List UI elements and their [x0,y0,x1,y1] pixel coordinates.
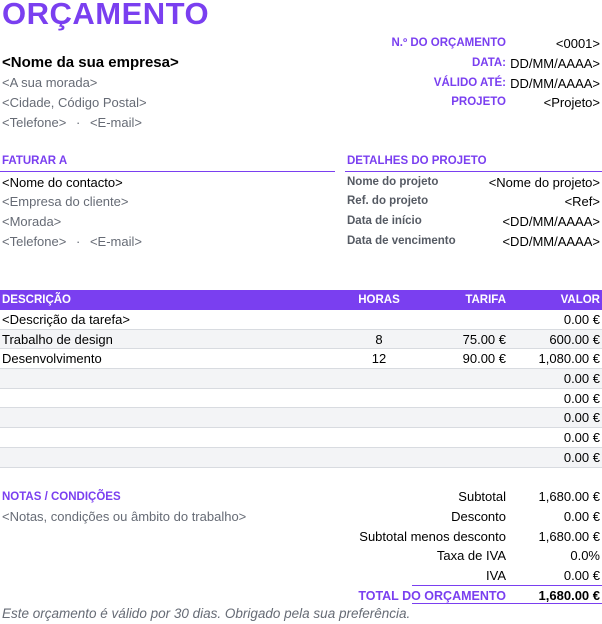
row-hours: 8 [375,331,383,347]
discount-label: Desconto [451,509,506,524]
table-row: 0.00 € [0,428,602,448]
quote-number-label: N.º DO ORÇAMENTO [391,37,506,49]
bill-to-header: FATURAR A [2,155,68,167]
row-amount: 1,080.00 € [538,351,600,367]
company-name: <Nome da sua empresa> [2,54,179,71]
project-ref-label: Ref. do projeto [347,195,429,207]
notes-header: NOTAS / CONDIÇÕES [2,491,121,503]
bill-to-company: <Empresa do cliente> [2,194,129,209]
subtotal-less-discount-label: Subtotal menos desconto [359,529,506,544]
project-label: PROJETO [451,96,506,108]
project-details-header: DETALHES DO PROJETO [347,155,487,167]
company-email: <E-mail> [89,115,142,130]
separator: · [75,234,81,249]
project-name-value: <Nome do projeto> [488,175,600,190]
page-title: ORÇAMENTO [2,0,210,31]
row-amount: 0.00 € [563,312,600,327]
row-hours: 12 [371,351,387,367]
column-header-description: DESCRIÇÃO [2,294,72,306]
vat-label: IVA [486,568,506,583]
items-table-header: DESCRIÇÃO HORAS TARIFA VALOR [0,290,602,310]
table-row: Desenvolvimento 12 90.00 € 1,080.00 € [0,349,602,370]
row-amount: 600.00 € [549,331,600,347]
row-amount: 0.00 € [563,430,600,446]
subtotal-less-discount-value: 1,680.00 € [538,529,600,544]
notes-text: <Notas, condições ou âmbito do trabalho> [2,509,247,524]
total-top-rule [412,585,602,586]
bill-to-rule [0,171,335,172]
row-rate: 90.00 € [462,351,506,367]
row-rate: 75.00 € [462,331,506,347]
table-row: 0.00 € [0,408,602,429]
row-description: Desenvolvimento [2,351,102,367]
items-table: DESCRIÇÃO HORAS TARIFA VALOR <Descrição … [0,290,602,468]
company-address: <A sua morada> [2,75,98,90]
footer-note: Este orçamento é válido por 30 dias. Obr… [2,606,411,621]
bill-to-email: <E-mail> [89,234,142,249]
company-contact-line: <Telefone> · <E-mail> [2,115,142,130]
bill-to-phone: <Telefone> [2,234,67,249]
table-row: Trabalho de design 8 75.00 € 600.00 € [0,329,602,350]
table-row: 0.00 € [0,389,602,409]
table-row: 0.00 € [0,369,602,389]
row-amount: 0.00 € [563,449,600,465]
table-row: 0.00 € [0,447,602,468]
separator: · [75,115,81,130]
total-label: TOTAL DO ORÇAMENTO [358,589,506,603]
due-date-label: Data de vencimento [347,235,456,247]
subtotal-value: 1,680.00 € [538,489,600,504]
project-value: <Projeto> [543,95,600,110]
bill-to-contact: <Nome do contacto> [2,175,123,190]
column-header-rate: TARIFA [465,294,506,306]
table-row: <Descrição da tarefa> 0.00 € [0,310,602,330]
row-description: Trabalho de design [2,331,113,347]
valid-until-label: VÁLIDO ATÉ: [433,77,506,89]
company-phone: <Telefone> [2,115,67,130]
quote-number-value: <0001> [555,36,600,51]
bill-to-address: <Morada> [2,214,62,229]
project-details-rule [345,171,602,172]
project-ref-value: <Ref> [564,194,600,209]
due-date-value: <DD/MM/AAAA> [502,234,600,249]
project-name-label: Nome do projeto [347,176,439,188]
bill-to-contact-line: <Telefone> · <E-mail> [2,234,142,249]
total-value: 1,680.00 € [538,588,600,603]
row-description: <Descrição da tarefa> [2,312,130,327]
row-amount: 0.00 € [563,410,600,426]
valid-until-value: DD/MM/AAAA> [510,76,600,91]
tax-rate-value: 0.0% [570,548,600,563]
tax-rate-label: Taxa de IVA [436,548,506,563]
discount-value: 0.00 € [563,509,600,524]
row-amount: 0.00 € [563,371,600,387]
company-city: <Cidade, Código Postal> [2,95,147,110]
date-value: DD/MM/AAAA> [510,56,600,71]
date-label: DATA: [471,57,506,69]
row-amount: 0.00 € [563,390,600,406]
start-date-value: <DD/MM/AAAA> [502,214,600,229]
start-date-label: Data de início [347,215,422,227]
vat-value: 0.00 € [563,568,600,583]
total-bottom-rule [412,603,602,604]
column-header-amount: VALOR [560,294,600,306]
column-header-hours: HORAS [358,294,400,306]
subtotal-label: Subtotal [458,489,506,504]
